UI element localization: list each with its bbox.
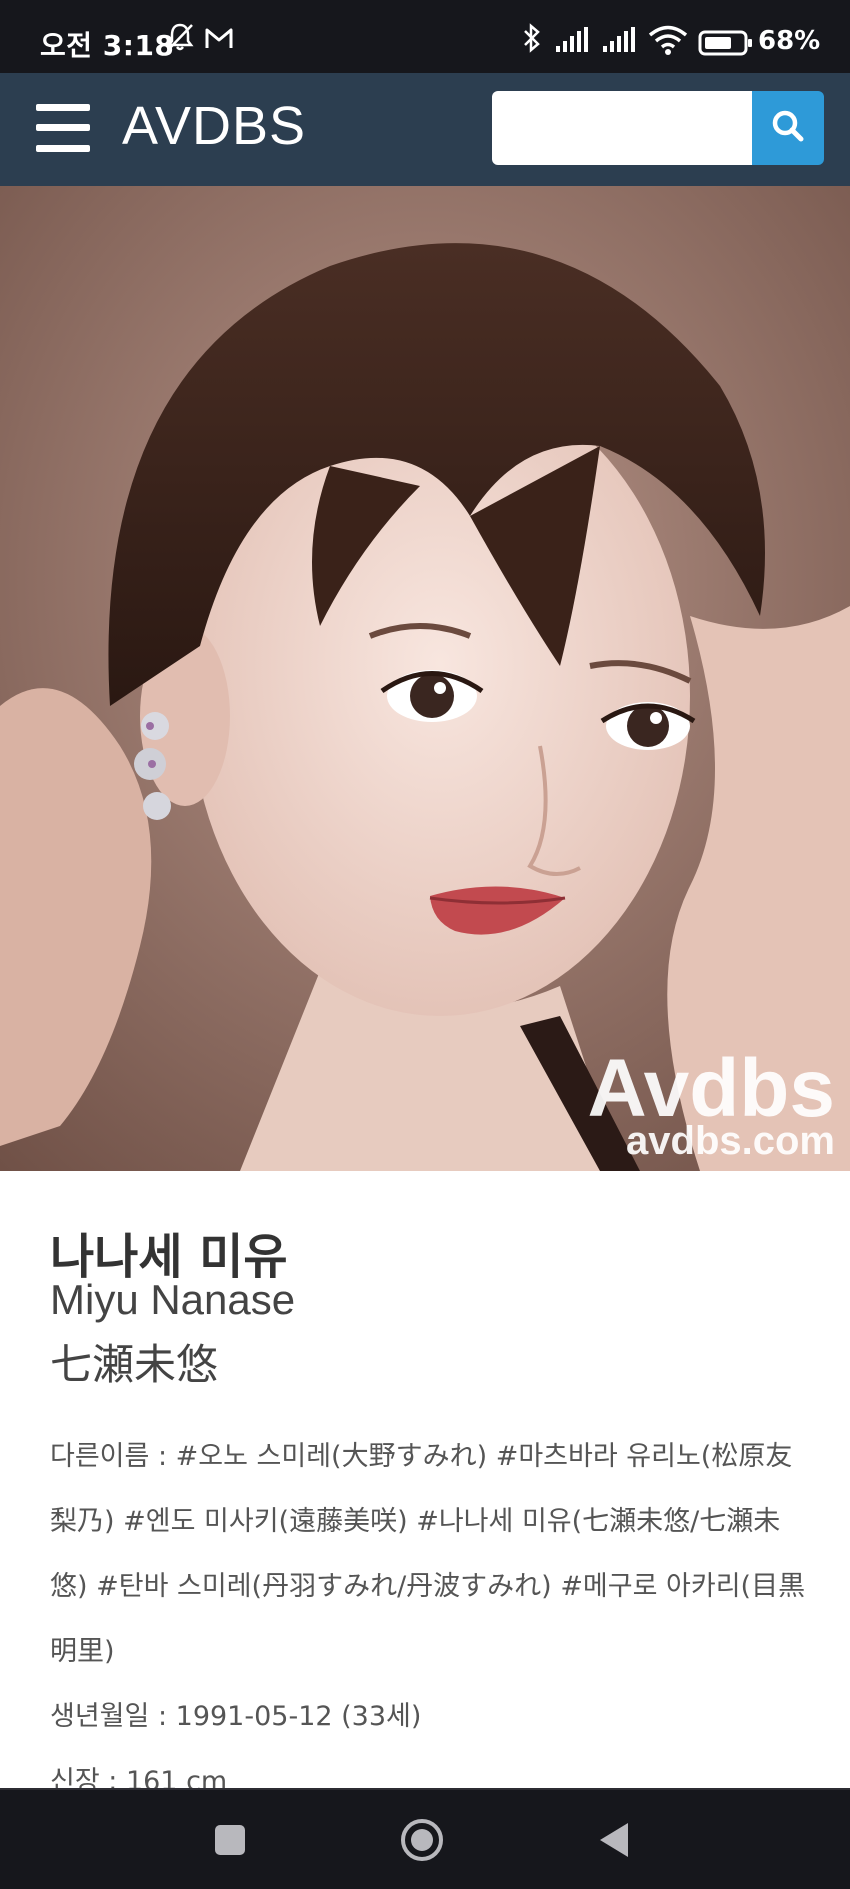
status-time: 오전 3:18 [40, 29, 175, 62]
triangle-back-icon[interactable] [596, 1820, 632, 1864]
actress-name-japanese: 七瀬未悠 [50, 1340, 219, 1389]
wifi-icon [648, 24, 688, 60]
profile-info: 나나세 미유 Miyu Nanase 七瀬未悠 다른이름 : #오노 스미레(大… [0, 1171, 850, 1788]
site-header: AVDBS [0, 73, 850, 186]
system-nav-bar [0, 1788, 850, 1889]
height-label: 신장 : [50, 1766, 118, 1788]
birth-date-row: 생년월일 : 1991-05-12 (33세) [50, 1684, 810, 1749]
birth-date-label: 생년월일 : [50, 1701, 168, 1732]
signal-icon [601, 26, 641, 58]
aliases-label: 다른이름 : [50, 1441, 168, 1472]
battery-icon [698, 30, 754, 60]
status-bar: 오전 3:18 68% [0, 0, 850, 73]
square-recents-icon[interactable] [212, 1822, 248, 1862]
height-value: 161 cm [125, 1766, 228, 1788]
hamburger-menu-icon[interactable] [36, 104, 90, 152]
alias-tag[interactable]: #탄바 스미레(丹羽すみれ/丹波すみれ) [96, 1571, 552, 1602]
height-row: 신장 : 161 cm [50, 1749, 810, 1788]
gmail-icon [204, 26, 234, 54]
birth-date-value: 1991-05-12 (33세) [175, 1701, 422, 1732]
search-button[interactable] [752, 91, 824, 165]
circle-home-icon[interactable] [398, 1816, 446, 1868]
photo-watermark-url: avdbs.com [626, 1119, 835, 1163]
alias-tag[interactable]: #엔도 미사키(遠藤美咲) [123, 1506, 407, 1537]
search-input[interactable] [492, 91, 752, 165]
search-icon [770, 108, 806, 148]
signal-icon [554, 26, 594, 58]
alias-tag[interactable]: #오노 스미레(大野すみれ) [176, 1441, 487, 1472]
bluetooth-icon [522, 22, 542, 58]
mute-bell-icon [166, 22, 194, 56]
actress-name-english: Miyu Nanase [50, 1276, 296, 1323]
battery-percent: 68% [758, 26, 821, 56]
profile-photo: Avdbs avdbs.com [0, 186, 850, 1171]
site-logo[interactable]: AVDBS [122, 95, 306, 157]
aliases-section: 다른이름 : #오노 스미레(大野すみれ) #마츠바라 유리노(松原友梨乃) #… [50, 1424, 810, 1788]
